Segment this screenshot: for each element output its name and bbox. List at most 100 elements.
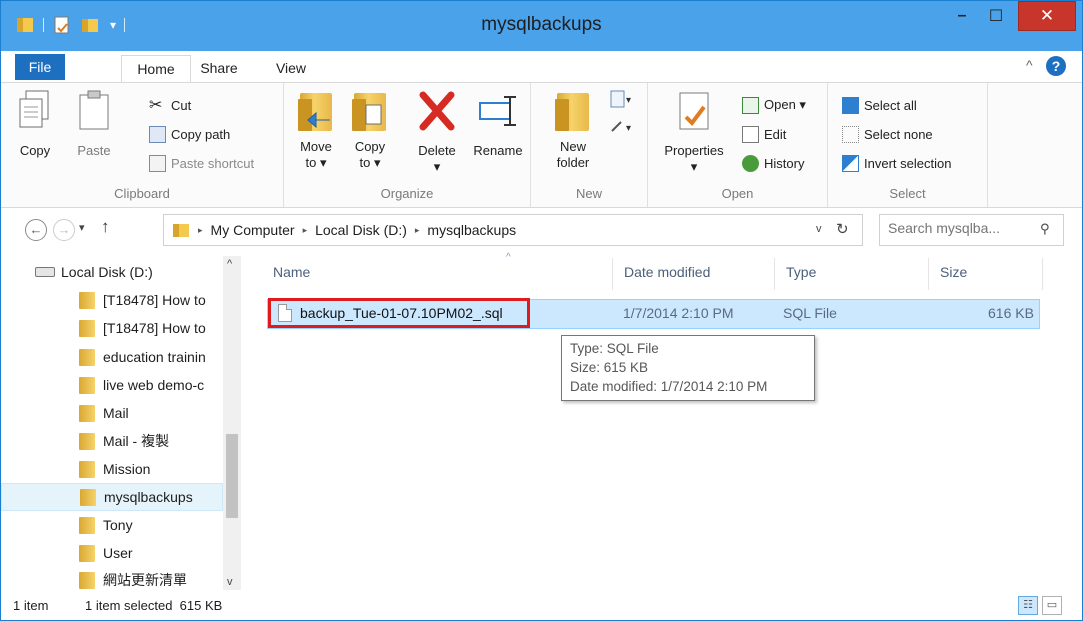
back-button[interactable]: ← [25,219,47,241]
nav-item-local-disk[interactable]: Local Disk (D:) [1,258,223,286]
copy-path-label: Copy path [171,126,231,142]
nav-item-mysqlbackups[interactable]: mysqlbackups [1,483,223,511]
folder-icon [79,404,95,422]
title-bar[interactable]: ▾ mysqlbackups – ☐ ✕ [1,1,1082,51]
minimize-button[interactable]: – [947,1,977,31]
column-divider[interactable] [774,258,775,290]
recent-locations-icon[interactable]: ▾ [79,221,85,234]
nav-item-folder[interactable]: live web demo-c [1,371,223,399]
scrollbar-thumb[interactable] [226,434,238,518]
nav-item-folder[interactable]: Mail - 複製 [1,427,223,455]
select-none-button[interactable]: Select none [842,124,933,144]
sort-ascending-icon: ^ [506,252,511,263]
nav-item-label: 網站更新清單 [103,572,187,588]
nav-item-folder[interactable]: 網站更新清單 [1,566,223,594]
folder-icon [79,319,95,337]
maximize-button[interactable]: ☐ [981,1,1011,31]
search-box[interactable]: ⚲ [879,214,1064,246]
column-header-size[interactable]: Size [940,264,967,280]
open-label: Open ▾ [764,97,806,112]
breadcrumb-mysqlbackups[interactable]: mysqlbackups [427,222,516,238]
copy-button[interactable]: Copy [15,89,55,159]
status-bar: 1 item 1 item selected 615 KB ☷ ▭ [1,592,1082,620]
invert-selection-button[interactable]: Invert selection [842,153,951,173]
column-header-name[interactable]: Name [273,264,310,280]
move-to-button[interactable]: Move to ▾ [294,89,338,171]
tab-share[interactable]: Share [189,55,249,83]
search-input[interactable] [888,220,1028,236]
edit-icon [742,125,759,143]
cut-label: Cut [171,97,192,113]
history-button[interactable]: History [742,153,804,173]
nav-item-label: mysqlbackups [104,489,193,505]
details-view-button[interactable]: ☷ [1018,596,1038,615]
nav-item-folder[interactable]: Mail [1,399,223,427]
properties-button[interactable]: Properties ▾ [660,89,728,175]
collapse-ribbon-icon[interactable]: ^ [1026,57,1033,73]
tab-view[interactable]: View [265,55,317,83]
large-icons-view-button[interactable]: ▭ [1042,596,1062,615]
edit-label: Edit [764,126,787,142]
scroll-down-icon[interactable]: v [227,576,233,588]
new-folder-button[interactable]: New folder [551,89,595,171]
paste-shortcut-button[interactable]: Paste shortcut [149,153,254,173]
forward-button[interactable]: → [53,219,75,241]
breadcrumb-my-computer[interactable]: My Computer [211,222,295,238]
nav-item-folder[interactable]: Tony [1,511,223,539]
select-all-button[interactable]: Select all [842,95,917,115]
easy-access-icon[interactable]: ▾ [609,117,635,139]
scroll-up-icon[interactable]: ^ [227,258,232,270]
open-icon [742,96,759,114]
nav-item-folder[interactable]: User [1,539,223,567]
nav-item-label: education trainin [103,349,206,365]
column-divider[interactable] [1042,258,1043,290]
breadcrumb-local-disk[interactable]: Local Disk (D:) [315,222,407,238]
nav-item-label: Mail [103,405,129,421]
folder-icon [79,348,95,366]
address-dropdown-icon[interactable]: v [816,223,822,235]
delete-button[interactable]: Delete ▾ [412,89,462,175]
svg-text:▾: ▾ [626,95,631,106]
search-icon[interactable]: ⚲ [1040,221,1050,237]
clipboard-group: Copy Paste ✂ Cut Copy path Paste shortcu… [1,83,284,207]
column-header-date[interactable]: Date modified [624,264,710,280]
history-icon [742,154,759,172]
copy-to-button[interactable]: Copy to ▾ [348,89,392,171]
column-divider[interactable] [612,258,613,290]
column-header-type[interactable]: Type [786,264,816,280]
select-all-icon [842,96,859,114]
copy-to-icon [350,89,390,135]
move-to-icon [296,89,336,135]
nav-item-label: Mission [103,461,151,477]
refresh-icon[interactable]: ↻ [836,220,849,238]
nav-item-label: Local Disk (D:) [61,264,153,280]
edit-button[interactable]: Edit [742,124,786,144]
cut-button[interactable]: ✂ Cut [149,95,191,115]
open-button[interactable]: Open ▾ [742,95,806,115]
breadcrumb-separator: ▸ [414,224,420,235]
nav-item-folder[interactable]: [T18478] How to [1,286,223,314]
up-button[interactable]: ↑ [101,217,110,237]
sql-file-icon [278,304,292,322]
delete-label-2: ▾ [433,159,441,174]
invert-selection-label: Invert selection [864,155,952,171]
copy-path-button[interactable]: Copy path [149,124,230,144]
table-row[interactable]: backup_Tue-01-07.10PM02_.sql 1/7/2014 2:… [267,298,1040,329]
rename-button[interactable]: Rename [470,89,526,159]
address-box[interactable]: ▸ My Computer ▸ Local Disk (D:) ▸ mysqlb… [163,214,863,246]
nav-scrollbar[interactable]: ^ v [223,256,241,590]
tab-home[interactable]: Home [121,55,191,84]
copy-icon [19,90,49,128]
address-bar-row: ← → ▾ ↑ ▸ My Computer ▸ Local Disk (D:) … [1,208,1082,252]
nav-item-folder[interactable]: [T18478] How to [1,314,223,342]
help-icon[interactable]: ? [1046,56,1066,76]
nav-item-folder[interactable]: Mission [1,455,223,483]
column-divider[interactable] [928,258,929,290]
new-item-icon[interactable]: ▾ [609,89,635,111]
file-tooltip: Type: SQL File Size: 615 KB Date modifie… [561,335,815,401]
close-button[interactable]: ✕ [1018,1,1076,31]
nav-item-folder[interactable]: education trainin [1,343,223,371]
tab-file[interactable]: File [15,54,65,80]
file-list: ^ Name Date modified Type Size backup_Tu… [245,252,1082,592]
paste-button[interactable]: Paste [71,89,117,159]
